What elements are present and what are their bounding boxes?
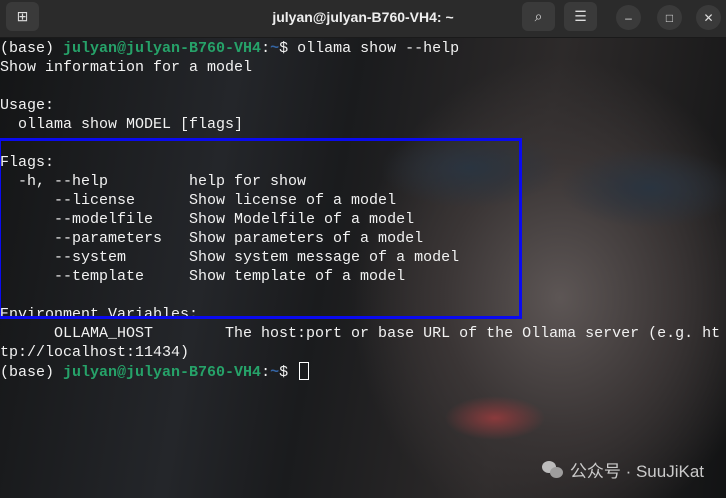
hamburger-menu-icon: ☰ [574,8,587,24]
maximize-button[interactable]: □ [657,5,682,30]
prompt-line: (base) julyan@julyan-B760-VH4:~$ [0,362,726,381]
search-button[interactable]: ⌕ [522,2,555,31]
minimize-icon: – [625,10,632,25]
prompt-dollar: $ [279,40,298,57]
terminal-area[interactable]: (base) julyan@julyan-B760-VH4:~$ ollama … [0,38,726,498]
output-line: Flags: [0,154,55,171]
title-bar: ⊞ julyan@julyan-B760-VH4: ~ ⌕ ☰ – □ ✕ [0,0,726,38]
watermark: 公众号 · SuuJiKat [541,457,704,482]
minimize-button[interactable]: – [616,5,641,30]
output-line: Environment Variables: [0,306,199,323]
prompt-dollar: $ [279,364,298,381]
command-text: ollama show --help [297,40,460,57]
search-icon: ⌕ [534,8,543,24]
close-button[interactable]: ✕ [696,5,721,30]
prompt-env: (base) [0,364,64,381]
wechat-icon [541,460,564,479]
output-line: --parameters Show parameters of a model [0,230,424,247]
output-line: Show information for a model [0,59,253,76]
prompt-colon: : [261,40,271,57]
prompt-path: ~ [270,364,280,381]
output-line: --template Show template of a model [0,268,406,285]
output-line: --license Show license of a model [0,192,397,209]
prompt-line: (base) julyan@julyan-B760-VH4:~$ ollama … [0,39,726,58]
prompt-colon: : [261,364,271,381]
watermark-text: 公众号 · SuuJiKat [569,462,704,481]
output-line: --system Show system message of a model [0,249,460,266]
output-line: ollama show MODEL [flags] [0,116,244,133]
output-line: OLLAMA_HOST The host:port or base URL of… [0,325,721,342]
output-line: tp://localhost:11434) [0,344,190,361]
menu-button[interactable]: ☰ [564,2,597,31]
output-line: --modelfile Show Modelfile of a model [0,211,415,228]
prompt-path: ~ [270,40,280,57]
maximize-icon: □ [665,10,674,25]
terminal-cursor [299,362,310,380]
prompt-env: (base) [0,40,64,57]
terminal-output: (base) julyan@julyan-B760-VH4:~$ ollama … [0,39,726,381]
prompt-user-host: julyan@julyan-B760-VH4 [63,40,262,57]
output-line: -h, --help help for show [0,173,307,190]
output-line: Usage: [0,97,55,114]
prompt-user-host: julyan@julyan-B760-VH4 [63,364,262,381]
close-icon: ✕ [703,10,714,25]
